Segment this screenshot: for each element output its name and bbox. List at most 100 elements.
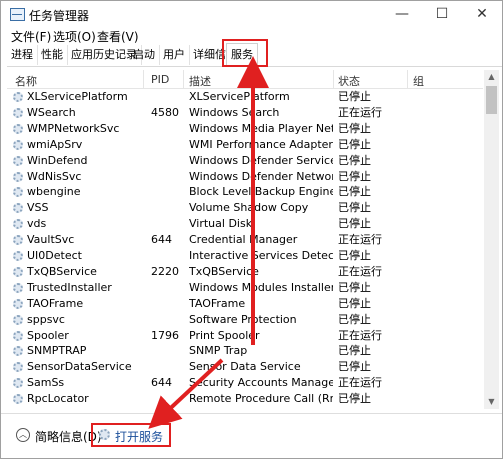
service-row[interactable]: TrustedInstaller Windows Modules Installe… [7,280,483,296]
menu-file[interactable]: 文件(F) [11,28,51,45]
service-row[interactable]: SamSs 644 Security Accounts Manage 正在运行 [7,375,483,391]
service-row[interactable]: TxQBService 2220 TxQBService 正在运行 [7,264,483,280]
service-status: 已停止 [338,169,371,183]
service-row[interactable]: TAOFrame TAOFrame 已停止 [7,296,483,312]
service-status: 已停止 [338,392,371,405]
service-gear-icon [13,251,23,261]
service-pid: 2220 [151,264,179,278]
service-row[interactable]: vds Virtual Disk 已停止 [7,216,483,232]
service-row[interactable]: Spooler 1796 Print Spooler 正在运行 [7,328,483,344]
service-row[interactable]: VSS Volume Shadow Copy 已停止 [7,200,483,216]
service-gear-icon [13,139,23,150]
service-gear-icon [13,378,23,389]
service-row[interactable]: SNMPTRAP SNMP Trap 已停止 [7,343,483,359]
scrollbar-thumb[interactable] [486,86,497,114]
column-pid[interactable]: PID [151,73,169,86]
vertical-scrollbar[interactable]: ▲ ▼ [484,70,499,409]
menu-options[interactable]: 选项(O) [53,28,96,45]
service-description: Remote Procedure Call (Rroce [189,392,333,405]
service-name: Spooler [27,328,69,342]
service-status: 正在运行 [338,264,382,278]
tab-users[interactable]: 用户 [159,45,190,65]
service-pid: 644 [151,376,172,390]
service-status: 已停止 [338,185,371,199]
service-row[interactable]: VaultSvc 644 Credential Manager 正在运行 [7,232,483,248]
service-status: 已停止 [338,121,371,135]
service-gear-icon [13,92,23,102]
service-gear-icon [13,235,23,246]
scroll-up-icon[interactable]: ▲ [484,70,499,84]
tab-performance[interactable]: 性能 [37,45,68,65]
service-status: 正在运行 [338,376,382,390]
column-name[interactable]: 名称 [15,73,37,89]
column-divider[interactable] [333,70,334,88]
service-row[interactable]: wmiApSrv WMI Performance Adapter 已停止 [7,137,483,153]
service-name: VaultSvc [27,233,75,247]
service-description: SNMP Trap [189,344,248,358]
service-gear-icon [13,171,23,182]
services-tab-highlight [222,39,268,67]
column-status[interactable]: 状态 [338,73,360,89]
service-row[interactable]: sppsvc Software Protection 已停止 [7,312,483,328]
column-divider[interactable] [143,70,144,88]
minimize-button[interactable]: — [382,1,422,27]
service-pid: 1796 [151,328,179,342]
service-gear-icon [13,314,23,325]
scroll-down-icon[interactable]: ▼ [484,395,499,409]
service-row[interactable]: UI0Detect Interactive Services Detection 已… [7,248,483,264]
tab-startup[interactable]: 启动 [129,45,160,65]
service-name: TxQBService [27,264,97,278]
service-row[interactable]: WdNisSvc Windows Defender Network I... 已停止 [7,169,483,185]
column-divider[interactable] [407,70,408,88]
service-row[interactable]: XLServicePlatform XLServicePlatform 已停止 [7,89,483,105]
menu-view[interactable]: 查看(V) [97,28,139,45]
task-manager-icon [10,8,25,21]
collapse-chevron-icon[interactable]: ︿ [16,428,30,442]
maximize-button[interactable]: ☐ [422,1,462,27]
column-header-row: 名称 PID ^ 描述 状态 组 [7,70,483,89]
close-button[interactable]: ✕ [462,1,502,27]
service-description: TAOFrame [189,296,246,310]
service-name: SamSs [27,376,65,390]
column-description[interactable]: 描述 [189,73,211,89]
service-description: Windows Search [189,105,280,119]
service-description: Interactive Services Detection [189,249,333,262]
service-row[interactable]: WinDefend Windows Defender Service 已停止 [7,153,483,169]
service-name: wbengine [27,185,81,199]
service-gear-icon [13,155,23,166]
service-gear-icon [13,282,23,293]
tab-processes[interactable]: 进程 [7,45,38,65]
service-status: 已停止 [338,90,371,103]
service-row[interactable]: SensorDataService Sensor Data Service 已停止 [7,359,483,375]
service-row[interactable]: WSearch 4580 Windows Search 正在运行 [7,105,483,121]
service-status: 已停止 [338,201,371,215]
service-name: sppsvc [27,312,65,326]
open-services-highlight [91,423,171,447]
service-description: Windows Defender Service [189,153,333,167]
service-row[interactable]: WMPNetworkSvc Windows Media Player Netw..… [7,121,483,137]
service-description: WMI Performance Adapter [189,137,333,151]
service-gear-icon [13,346,23,357]
service-description: Windows Media Player Netw... [189,121,333,135]
service-name: WdNisSvc [27,169,82,183]
column-divider[interactable] [183,70,184,88]
service-name: UI0Detect [27,249,82,262]
service-row[interactable]: wbengine Block Level Backup Engine Se... 已… [7,184,483,200]
service-status: 已停止 [338,296,371,310]
service-name: XLServicePlatform [27,90,128,103]
service-name: TAOFrame [27,296,84,310]
service-status: 正在运行 [338,328,382,342]
window-title: 任务管理器 [29,9,90,23]
service-description: Sensor Data Service [189,360,301,374]
service-status: 已停止 [338,217,371,231]
service-status: 已停止 [338,360,371,374]
title-bar: 任务管理器 — ☐ ✕ [1,1,502,27]
service-status: 已停止 [338,280,371,294]
column-group[interactable]: 组 [413,73,424,89]
service-description: Windows Defender Network I... [189,169,333,183]
service-name: TrustedInstaller [27,280,112,294]
service-name: SensorDataService [27,360,132,374]
service-gear-icon [13,219,23,230]
service-row[interactable]: RpcLocator Remote Procedure Call (Rroce 已停… [7,391,483,405]
service-name: wmiApSrv [27,137,83,151]
